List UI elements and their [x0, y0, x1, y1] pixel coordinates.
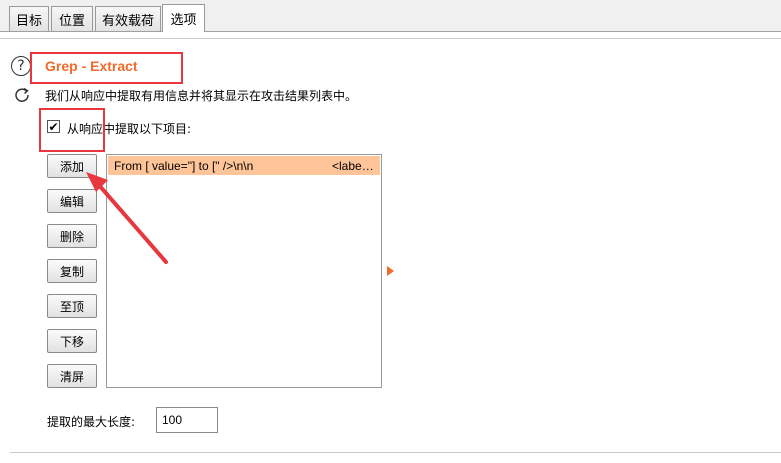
move-down-button[interactable]: 下移	[47, 329, 97, 353]
tab-divider	[0, 31, 781, 32]
section-divider-bottom	[10, 452, 781, 453]
max-length-input[interactable]	[156, 407, 218, 433]
edit-button[interactable]: 编辑	[47, 189, 97, 213]
extract-items-list[interactable]: From [ value="] to [" />\n\n <labe…	[106, 154, 382, 388]
move-top-button[interactable]: 至顶	[47, 294, 97, 318]
list-item-label: <labe…	[332, 159, 374, 173]
tab-payloads[interactable]: 有效载荷	[95, 6, 161, 31]
list-item-expression: From [ value="] to [" />\n\n	[114, 159, 254, 173]
section-divider-top	[0, 38, 781, 39]
clear-button[interactable]: 清屏	[47, 364, 97, 388]
list-item[interactable]: From [ value="] to [" />\n\n <labe…	[108, 156, 380, 175]
section-description: 我们从响应中提取有用信息并将其显示在攻击结果列表中。	[45, 89, 358, 103]
tab-bar: 目标 位置 有效载荷 选项	[0, 0, 781, 32]
max-length-label: 提取的最大长度:	[47, 415, 136, 429]
tab-target[interactable]: 目标	[9, 6, 49, 31]
duplicate-button[interactable]: 复制	[47, 259, 97, 283]
remove-button[interactable]: 删除	[47, 224, 97, 248]
tab-options[interactable]: 选项	[162, 4, 205, 32]
checkbox-highlight-box	[39, 108, 105, 152]
add-button[interactable]: 添加	[47, 154, 97, 178]
tab-positions[interactable]: 位置	[51, 6, 93, 31]
title-highlight-box	[30, 52, 183, 84]
question-circle-icon[interactable]: ?	[11, 56, 31, 76]
refresh-icon[interactable]	[13, 86, 31, 104]
expand-arrow-icon[interactable]	[387, 266, 394, 276]
